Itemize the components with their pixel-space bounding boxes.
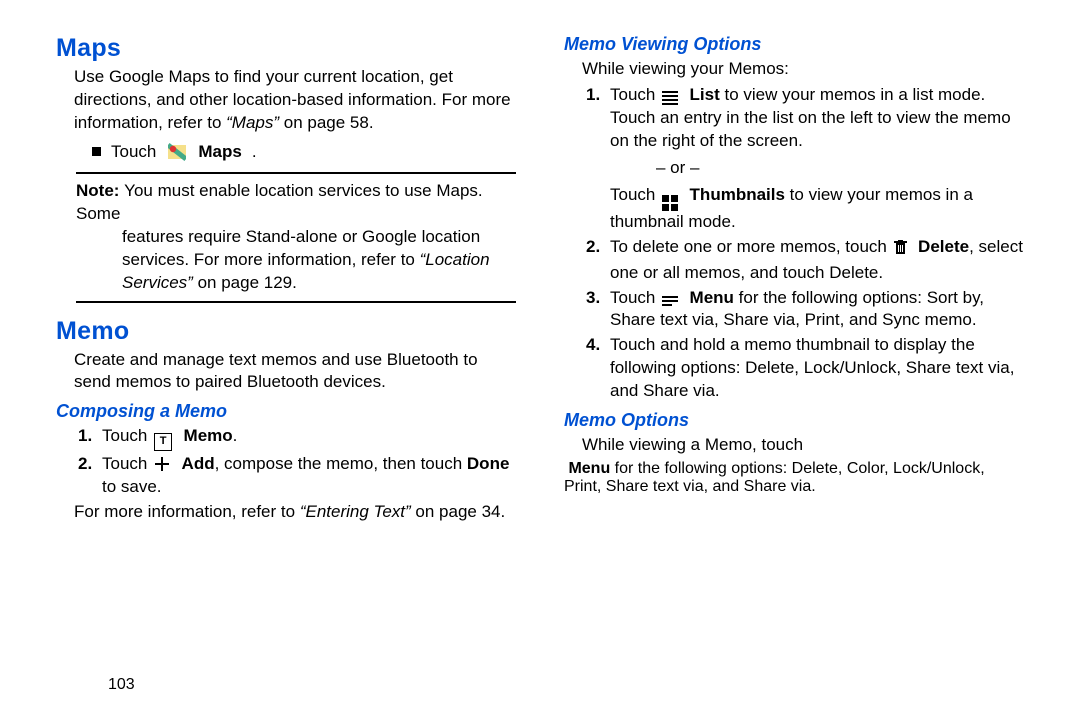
maps-label: Maps <box>198 142 241 162</box>
text: on page 34. <box>411 502 506 521</box>
list-label: List <box>690 85 720 104</box>
text: Touch <box>610 185 660 204</box>
viewing-steps: 1. Touch List to view your memos in a li… <box>564 84 1024 403</box>
text: services. For more information, refer to… <box>122 249 516 295</box>
step-number: 4. <box>586 334 600 357</box>
memo-options-body: While viewing a Memo, touch <box>564 434 1024 457</box>
add-icon <box>154 456 170 472</box>
period: . <box>252 142 257 162</box>
heading-memo-options: Memo Options <box>564 410 1024 431</box>
memo-label: Memo <box>184 426 233 445</box>
menu-icon <box>662 294 678 306</box>
step-number: 2. <box>78 453 92 476</box>
note-lead: Note: <box>76 181 124 200</box>
left-column: Maps Use Google Maps to find your curren… <box>56 34 516 700</box>
done-label: Done <box>467 454 510 473</box>
entering-text-crossref: “Entering Text” <box>300 502 411 521</box>
thumbnails-label: Thumbnails <box>690 185 785 204</box>
list-icon <box>662 89 678 103</box>
heading-memo: Memo <box>56 317 516 346</box>
text: Touch <box>102 426 152 445</box>
text: features require Stand-alone or Google l… <box>122 226 516 249</box>
step-number: 1. <box>586 84 600 107</box>
maps-crossref: “Maps” <box>226 113 279 132</box>
viewing-intro: While viewing your Memos: <box>564 58 1024 81</box>
manual-page: Maps Use Google Maps to find your curren… <box>0 0 1080 720</box>
add-label: Add <box>182 454 215 473</box>
menu-icon <box>810 441 826 453</box>
text: to save. <box>102 477 162 496</box>
menu-label: Menu <box>568 460 610 477</box>
step-2: 2. Touch Add, compose the memo, then tou… <box>78 453 516 499</box>
text: Touch <box>111 142 156 162</box>
right-column: Memo Viewing Options While viewing your … <box>564 34 1024 700</box>
delete-label: Delete <box>918 237 969 256</box>
page-number: 103 <box>108 676 135 694</box>
composing-steps: 1. Touch T Memo. 2. Touch Add, compose t… <box>56 425 516 498</box>
or-separator: – or – <box>610 157 1024 180</box>
text: services. For more information, refer to <box>122 250 420 269</box>
step-number: 3. <box>586 287 600 310</box>
step-4: 4. Touch and hold a memo thumbnail to di… <box>586 334 1024 403</box>
text: Touch <box>102 454 152 473</box>
step-3: 3. Touch Menu for the following options:… <box>586 287 1024 333</box>
text: on page 129. <box>193 273 297 292</box>
heading-maps: Maps <box>56 34 516 63</box>
more-info: For more information, refer to “Entering… <box>56 501 516 524</box>
memo-app-icon: T <box>154 433 172 451</box>
maps-description: Use Google Maps to find your current loc… <box>56 66 516 135</box>
divider <box>76 172 516 174</box>
thumbnails-icon <box>662 195 678 211</box>
bullet-square-icon <box>92 147 101 156</box>
step-1: 1. Touch List to view your memos in a li… <box>586 84 1024 234</box>
maps-app-icon <box>168 143 186 161</box>
step-2: 2. To delete one or more memos, touch De… <box>586 236 1024 285</box>
text: To delete one or more memos, touch <box>610 237 892 256</box>
text: For more information, refer to <box>74 502 300 521</box>
text: Touch <box>610 85 660 104</box>
trash-icon <box>894 239 907 262</box>
text: on page 58. <box>279 113 374 132</box>
step-1: 1. Touch T Memo. <box>78 425 516 450</box>
text: Touch and hold a memo thumbnail to displ… <box>610 335 1014 400</box>
heading-viewing-options: Memo Viewing Options <box>564 34 1024 55</box>
text: While viewing a Memo, touch <box>582 435 808 454</box>
text: , compose the memo, then touch <box>215 454 467 473</box>
step-number: 2. <box>586 236 600 259</box>
text: for the following options: Delete, Color… <box>564 460 985 495</box>
text: Touch <box>610 288 660 307</box>
heading-composing: Composing a Memo <box>56 401 516 422</box>
menu-label: Menu <box>690 288 734 307</box>
divider <box>76 301 516 303</box>
note-block: Note: You must enable location services … <box>56 180 516 295</box>
step-number: 1. <box>78 425 92 448</box>
memo-description: Create and manage text memos and use Blu… <box>56 349 516 395</box>
text: You must enable location services to use… <box>76 181 483 223</box>
bullet-touch-maps: Touch Maps. <box>56 138 516 166</box>
